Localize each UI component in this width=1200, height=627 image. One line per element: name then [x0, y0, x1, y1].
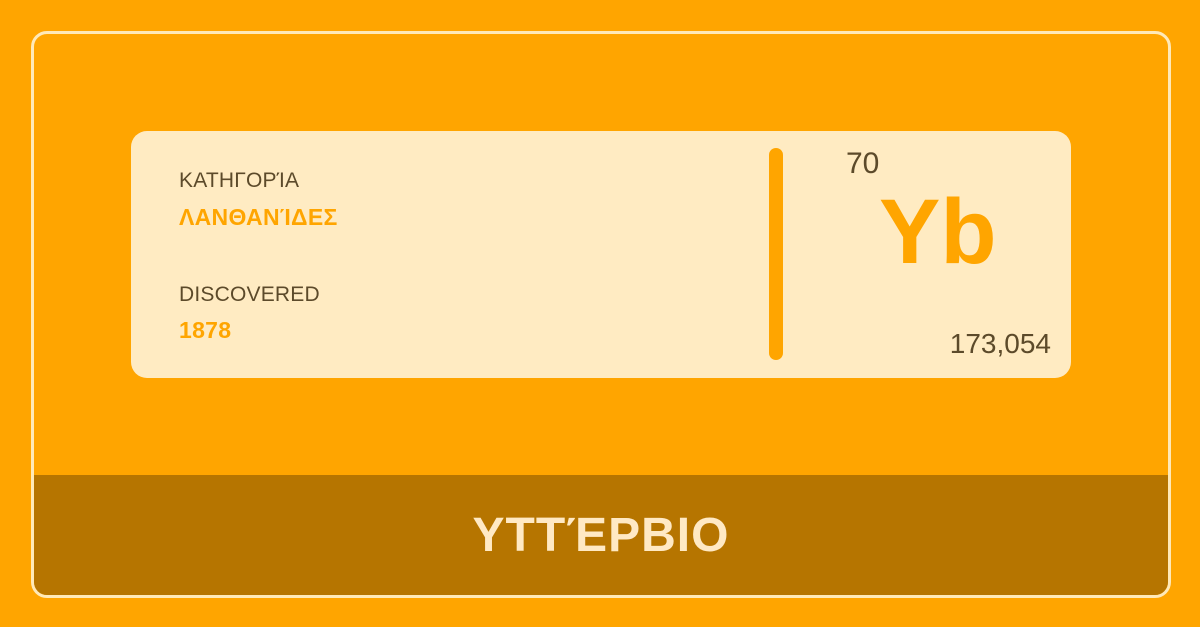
element-symbol: Yb: [879, 181, 997, 283]
discovered-value: 1878: [179, 317, 232, 343]
name-bar: ΥΤΤΈΡΒΙΟ: [34, 475, 1168, 595]
element-card: ΚΑΤΗΓΟΡΊΑ ΛΑΝΘΑΝΊΔΕΣ DISCOVERED 1878 70 …: [31, 31, 1171, 598]
category-value: ΛΑΝΘΑΝΊΔΕΣ: [179, 204, 338, 230]
divider: [769, 148, 783, 360]
atomic-mass: 173,054: [949, 328, 1051, 359]
category-label: ΚΑΤΗΓΟΡΊΑ: [179, 169, 300, 192]
info-panel: ΚΑΤΗΓΟΡΊΑ ΛΑΝΘΑΝΊΔΕΣ DISCOVERED 1878 70 …: [131, 131, 1071, 378]
element-name: ΥΤΤΈΡΒΙΟ: [472, 508, 730, 562]
atomic-number: 70: [846, 147, 880, 180]
discovered-label: DISCOVERED: [179, 283, 320, 306]
